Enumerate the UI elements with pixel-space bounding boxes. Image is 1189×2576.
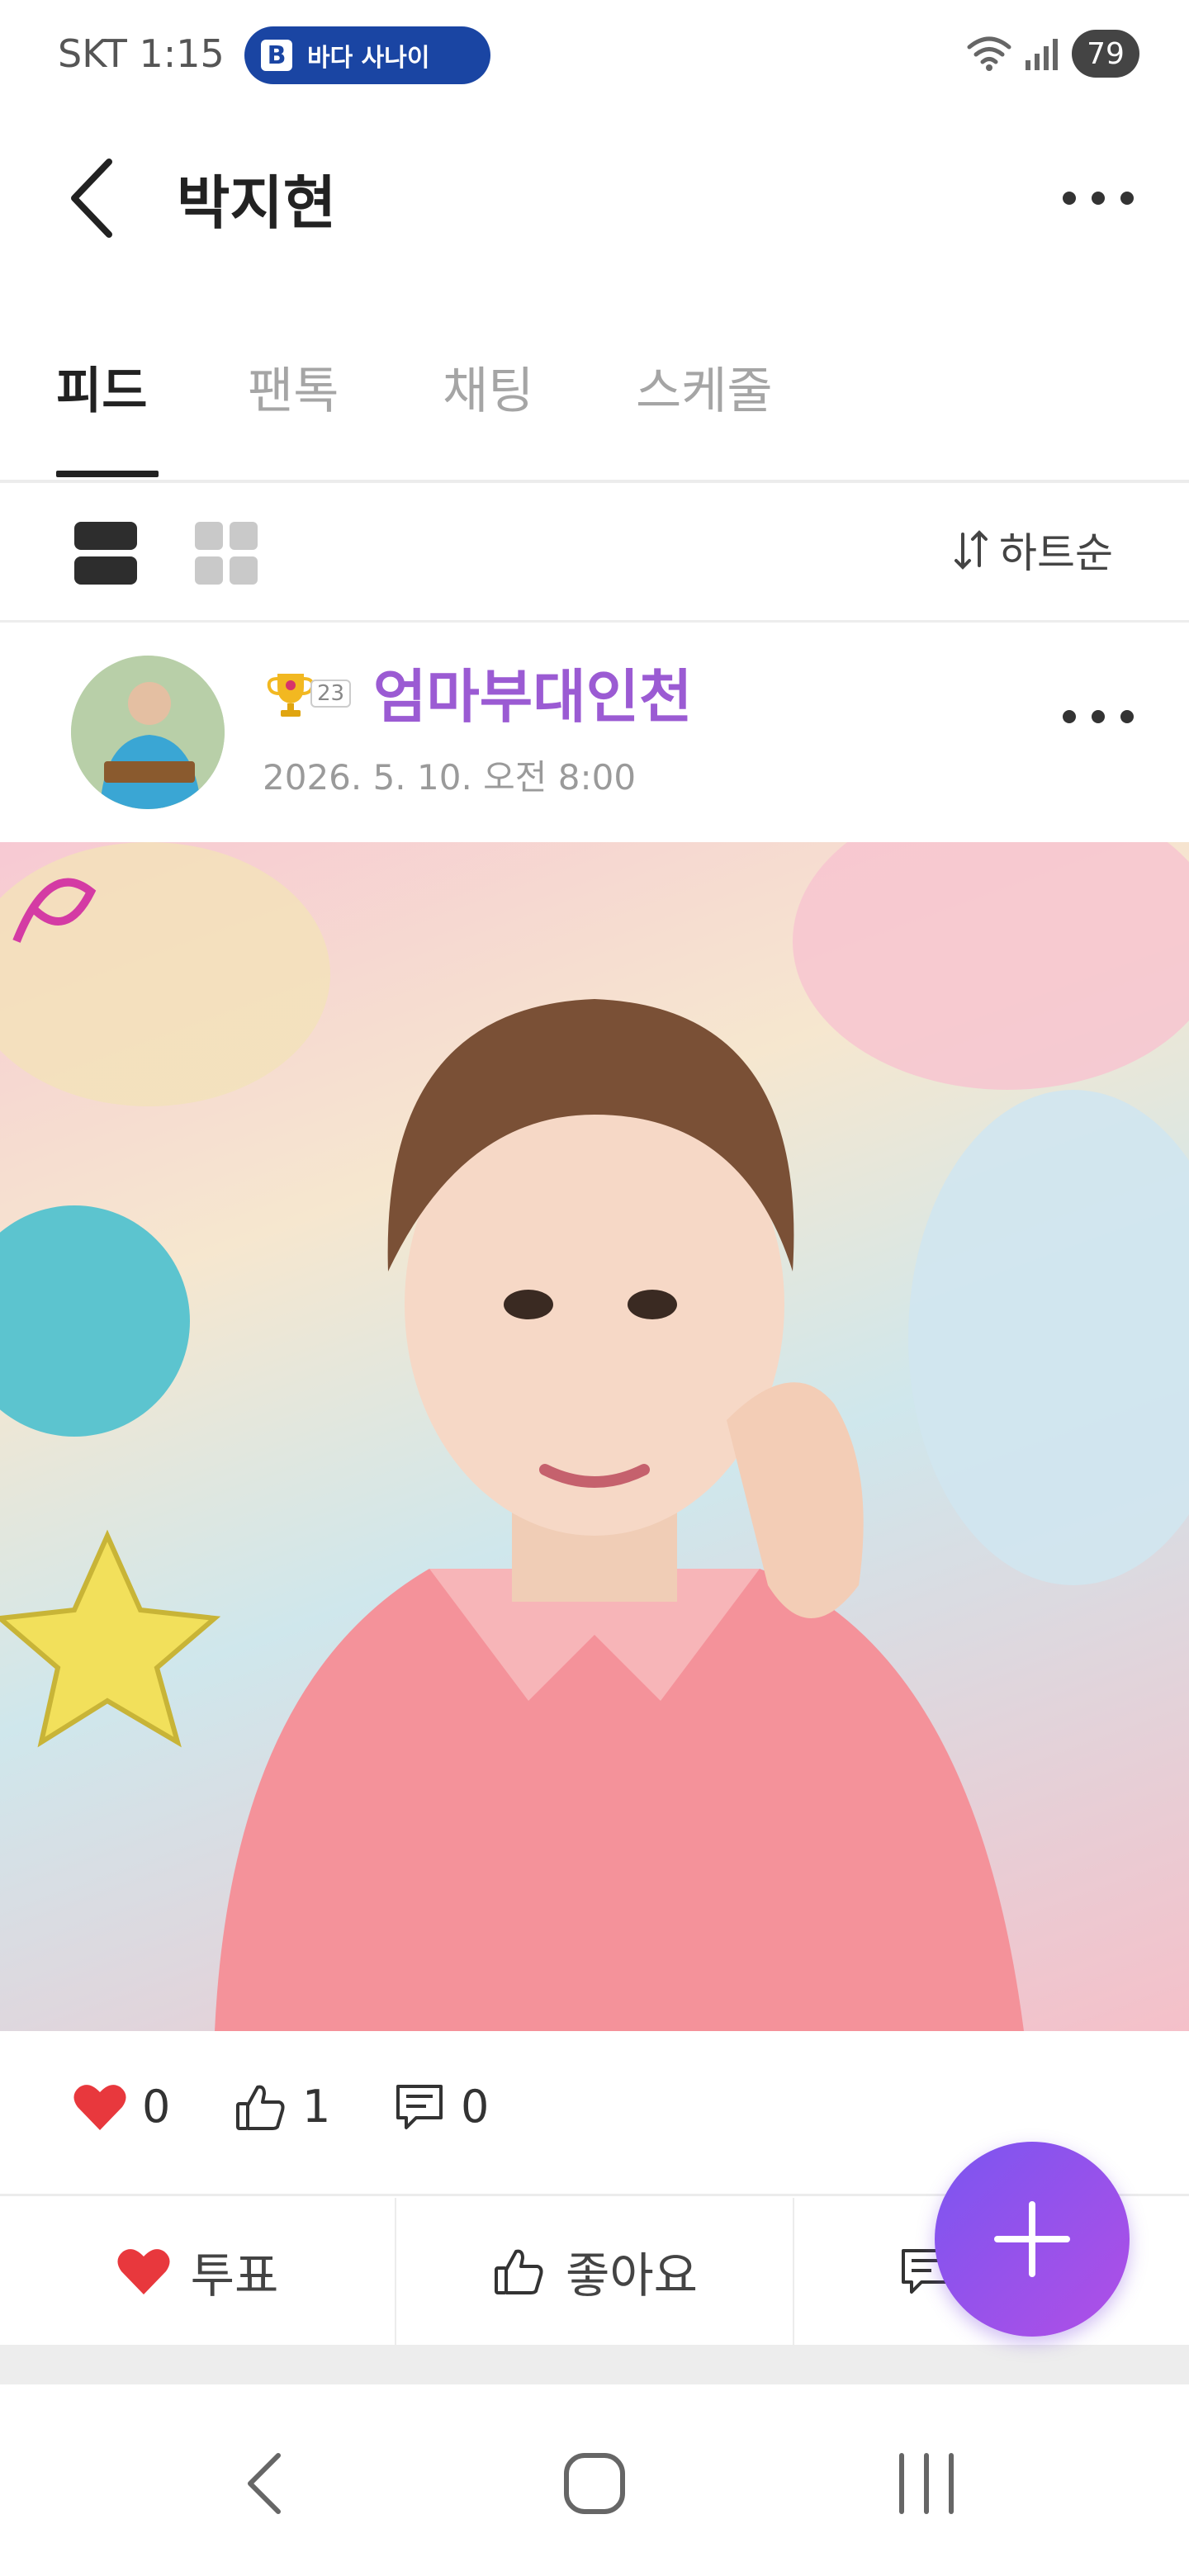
- heart-icon: [117, 2249, 170, 2294]
- sort-icon: [955, 530, 988, 570]
- tab-feed[interactable]: 피드: [56, 351, 147, 423]
- wifi-icon: [967, 36, 1011, 71]
- comment-icon: [396, 2084, 443, 2129]
- heart-icon: [73, 2084, 126, 2130]
- vote-label: 투표: [190, 2247, 279, 2304]
- vote-button[interactable]: 투표: [0, 2198, 396, 2345]
- nav-recents-button[interactable]: [877, 2442, 976, 2525]
- battery-indicator: 79: [1072, 30, 1139, 78]
- section-divider: [0, 2345, 1189, 2384]
- plus-icon: [994, 2201, 1070, 2277]
- author-name[interactable]: 엄마부대인천: [373, 651, 692, 734]
- like-label: 좋아요: [565, 2247, 699, 2304]
- post-header: 23 엄마부대인천 2026. 5. 10. 오전 8:00: [0, 626, 1189, 841]
- comment-count-value: 0: [461, 2081, 490, 2133]
- post-date: 2026. 5. 10. 오전 8:00: [263, 757, 637, 798]
- photo-illustration: [0, 842, 1189, 2031]
- tab-schedule[interactable]: 스케줄: [636, 351, 773, 423]
- sort-button[interactable]: 하트순: [953, 520, 1113, 580]
- system-nav-bar: [0, 2384, 1189, 2576]
- signal-icon: [1026, 39, 1058, 70]
- avatar[interactable]: [71, 656, 225, 809]
- more-dots-icon: [1063, 710, 1134, 723]
- heart-count: 0: [73, 2081, 170, 2133]
- status-badge: B 바다 사나이: [244, 26, 490, 84]
- nav-home-icon: [564, 2453, 625, 2514]
- rank-number: 23: [310, 680, 352, 708]
- status-time: SKT 1:15: [58, 31, 225, 76]
- heart-count-value: 0: [142, 2081, 171, 2133]
- rank-badge: 23: [264, 667, 352, 720]
- nav-back-icon: [248, 2453, 281, 2514]
- grid-view-button[interactable]: [193, 520, 259, 586]
- thumbs-up-icon: [236, 2085, 285, 2130]
- add-post-button[interactable]: [935, 2142, 1130, 2337]
- like-button[interactable]: 좋아요: [398, 2198, 794, 2345]
- tab-fan-talk[interactable]: 팬톡: [248, 351, 339, 423]
- post-photo[interactable]: [0, 842, 1189, 2031]
- status-badge-text: 바다 사나이: [307, 44, 430, 73]
- view-toolbar: 하트순: [0, 484, 1189, 623]
- nav-back-button[interactable]: [215, 2442, 314, 2525]
- badge-logo-icon: B: [261, 40, 292, 71]
- sort-label: 하트순: [999, 529, 1113, 577]
- tab-chat[interactable]: 채팅: [443, 351, 533, 423]
- trophy-icon: [267, 674, 315, 717]
- page-title: 박지현: [177, 169, 337, 237]
- comment-count: 0: [393, 2081, 489, 2133]
- status-bar: SKT 1:15 B 바다 사나이 79: [0, 0, 1189, 107]
- back-button[interactable]: [58, 149, 124, 248]
- tab-bar: 피드 팬톡 채팅 스케줄: [0, 339, 1189, 483]
- like-count: 1: [234, 2081, 330, 2133]
- chevron-left-icon: [71, 159, 112, 238]
- nav-home-button[interactable]: [545, 2442, 644, 2525]
- list-view-button[interactable]: [73, 520, 139, 586]
- app-header: 박지현: [0, 132, 1189, 264]
- status-indicators: 79: [966, 30, 1139, 78]
- grid-view-icon: [195, 522, 258, 585]
- post-more-button[interactable]: [1057, 684, 1139, 750]
- avatar-image: [71, 656, 225, 809]
- more-dots-icon: [1063, 192, 1134, 205]
- more-options-button[interactable]: [1057, 165, 1139, 231]
- nav-recents-icon: [899, 2453, 954, 2514]
- active-tab-indicator: [56, 471, 159, 477]
- list-view-icon: [74, 522, 137, 585]
- thumbs-up-icon: [494, 2249, 543, 2294]
- like-count-value: 1: [302, 2081, 331, 2133]
